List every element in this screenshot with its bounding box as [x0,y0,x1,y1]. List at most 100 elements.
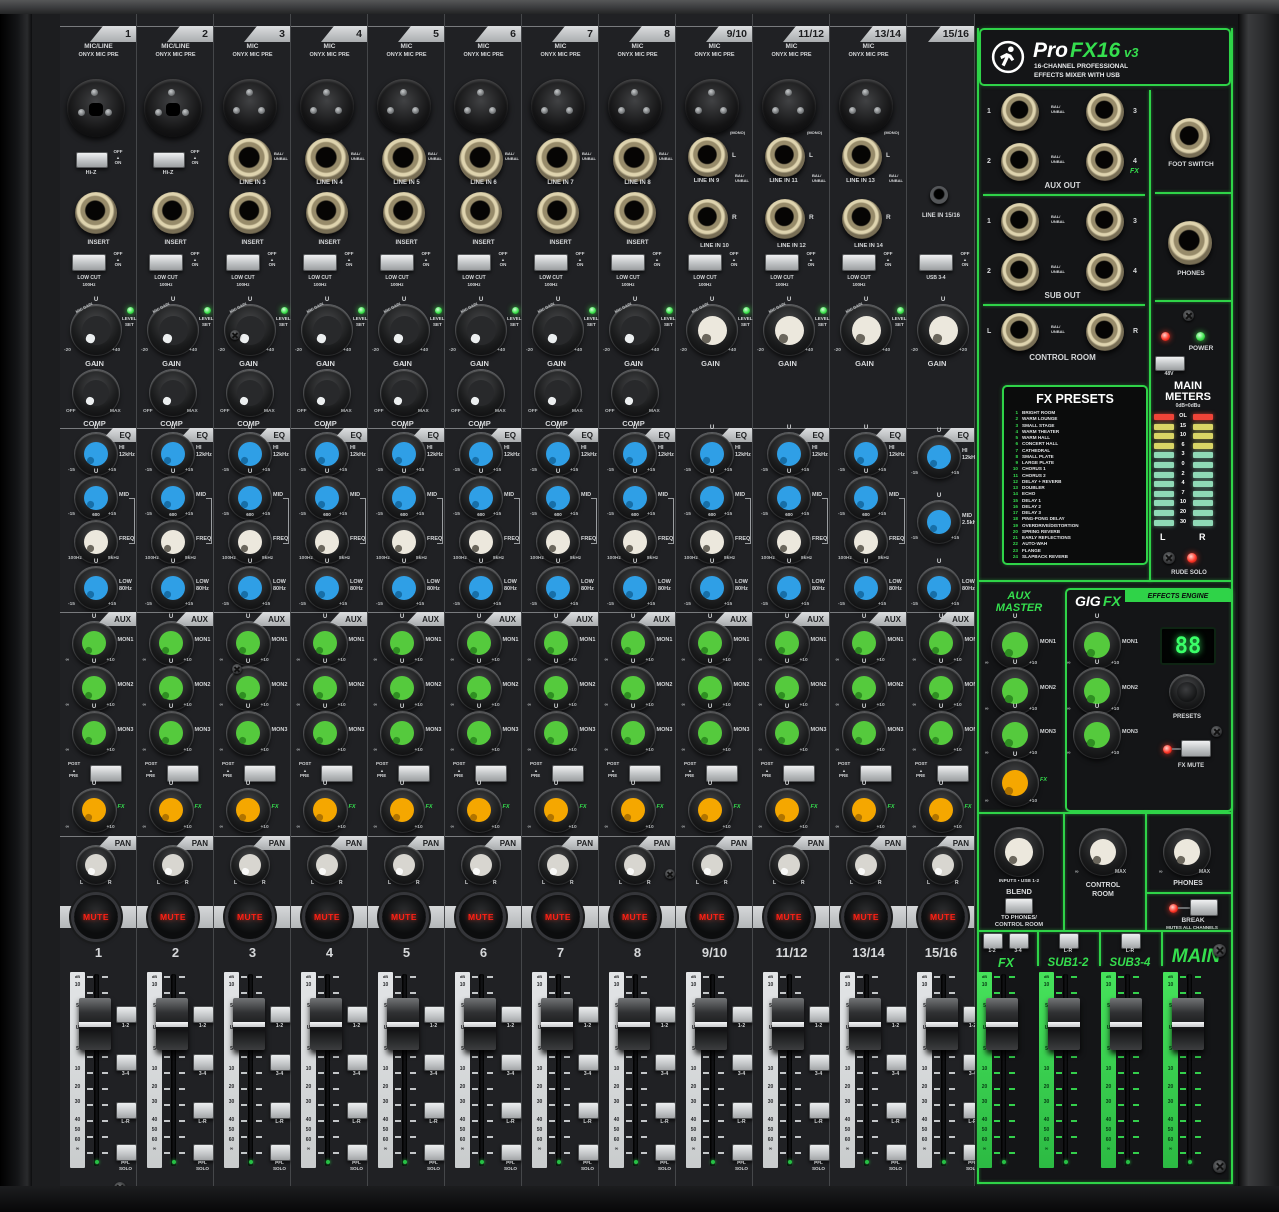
pan-knob[interactable] [539,846,577,884]
presets-knob[interactable] [1170,675,1204,709]
route-button-l-r[interactable] [501,1102,522,1119]
route-button-3-4[interactable] [193,1054,214,1071]
low-cut-switch[interactable] [688,254,722,271]
route-button-1-2[interactable] [116,1006,137,1023]
pan-knob[interactable] [154,846,192,884]
fx-mute-switch[interactable] [1181,740,1211,757]
mute-button[interactable]: MUTE [382,895,426,939]
route-button-3-4[interactable] [270,1054,291,1071]
low-cut-switch[interactable] [611,254,645,271]
low-cut-switch[interactable] [457,254,491,271]
pfl-solo-button[interactable] [501,1144,522,1161]
route-button-1-2[interactable] [655,1006,676,1023]
pan-knob[interactable] [462,846,500,884]
channel-fader-cap[interactable] [156,998,188,1050]
channel-fader-cap[interactable] [79,998,111,1050]
low-cut-switch[interactable] [380,254,414,271]
pfl-solo-button[interactable] [116,1144,137,1161]
master-fader-sub3-4-cap[interactable] [1110,998,1142,1050]
route-button-l-r[interactable] [655,1102,676,1119]
mute-button[interactable]: MUTE [228,895,272,939]
mute-button[interactable]: MUTE [305,895,349,939]
master-fader-main-cap[interactable] [1172,998,1204,1050]
mute-button[interactable]: MUTE [74,895,118,939]
fx-route-button-1-2[interactable] [983,933,1003,949]
route-button-3-4[interactable] [886,1054,907,1071]
route-button-1-2[interactable] [809,1006,830,1023]
route-button-l-r[interactable] [116,1102,137,1119]
blend-knob[interactable] [995,828,1043,876]
usb-3-4-switch[interactable] [919,254,953,271]
route-button-3-4[interactable] [578,1054,599,1071]
pre-post-switch[interactable] [167,765,199,782]
route-button-l-r[interactable] [347,1102,368,1119]
route-button-3-4[interactable] [424,1054,445,1071]
channel-fader-cap[interactable] [233,998,265,1050]
route-button-l-r[interactable] [732,1102,753,1119]
sub12-route-button-l-r[interactable] [1059,933,1079,949]
pan-knob[interactable] [616,846,654,884]
channel-fader-cap[interactable] [849,998,881,1050]
pan-knob[interactable] [77,846,115,884]
pfl-solo-button[interactable] [732,1144,753,1161]
channel-fader-cap[interactable] [464,998,496,1050]
mute-button[interactable]: MUTE [921,895,965,939]
pre-post-switch[interactable] [860,765,892,782]
low-cut-switch[interactable] [534,254,568,271]
pan-knob[interactable] [385,846,423,884]
route-button-l-r[interactable] [809,1102,830,1119]
low-cut-switch[interactable] [72,254,106,271]
break-switch[interactable] [1190,899,1218,916]
pan-knob[interactable] [308,846,346,884]
hi-z-switch[interactable] [76,152,108,168]
route-button-3-4[interactable] [655,1054,676,1071]
route-button-l-r[interactable] [270,1102,291,1119]
channel-fader-cap[interactable] [772,998,804,1050]
pre-post-switch[interactable] [90,765,122,782]
hi-z-switch[interactable] [153,152,185,168]
pre-post-switch[interactable] [398,765,430,782]
master-fader-sub1-2-cap[interactable] [1048,998,1080,1050]
pre-post-switch[interactable] [629,765,661,782]
mute-button[interactable]: MUTE [844,895,888,939]
pre-post-switch[interactable] [244,765,276,782]
low-cut-switch[interactable] [842,254,876,271]
route-button-l-r[interactable] [886,1102,907,1119]
route-button-3-4[interactable] [501,1054,522,1071]
pan-knob[interactable] [847,846,885,884]
pre-post-switch[interactable] [706,765,738,782]
mute-button[interactable]: MUTE [613,895,657,939]
channel-fader-cap[interactable] [310,998,342,1050]
route-button-1-2[interactable] [732,1006,753,1023]
pfl-solo-button[interactable] [270,1144,291,1161]
mute-button[interactable]: MUTE [767,895,811,939]
pre-post-switch[interactable] [475,765,507,782]
master-fader-fx-cap[interactable] [986,998,1018,1050]
pfl-solo-button[interactable] [809,1144,830,1161]
pre-post-switch[interactable] [321,765,353,782]
pfl-solo-button[interactable] [886,1144,907,1161]
route-button-1-2[interactable] [424,1006,445,1023]
pre-post-switch[interactable] [552,765,584,782]
channel-fader-cap[interactable] [387,998,419,1050]
mute-button[interactable]: MUTE [536,895,580,939]
sub34-route-button-l-r[interactable] [1121,933,1141,949]
mute-button[interactable]: MUTE [690,895,734,939]
route-button-1-2[interactable] [578,1006,599,1023]
channel-fader-cap[interactable] [695,998,727,1050]
route-button-3-4[interactable] [347,1054,368,1071]
pfl-solo-button[interactable] [424,1144,445,1161]
pan-knob[interactable] [770,846,808,884]
low-cut-switch[interactable] [765,254,799,271]
pre-post-switch[interactable] [783,765,815,782]
fx-route-button-3-4[interactable] [1009,933,1029,949]
channel-fader-cap[interactable] [541,998,573,1050]
route-button-1-2[interactable] [501,1006,522,1023]
pfl-solo-button[interactable] [193,1144,214,1161]
low-cut-switch[interactable] [303,254,337,271]
route-button-1-2[interactable] [270,1006,291,1023]
route-button-l-r[interactable] [424,1102,445,1119]
phantom-power-switch[interactable] [1155,356,1185,371]
route-button-1-2[interactable] [347,1006,368,1023]
pfl-solo-button[interactable] [347,1144,368,1161]
